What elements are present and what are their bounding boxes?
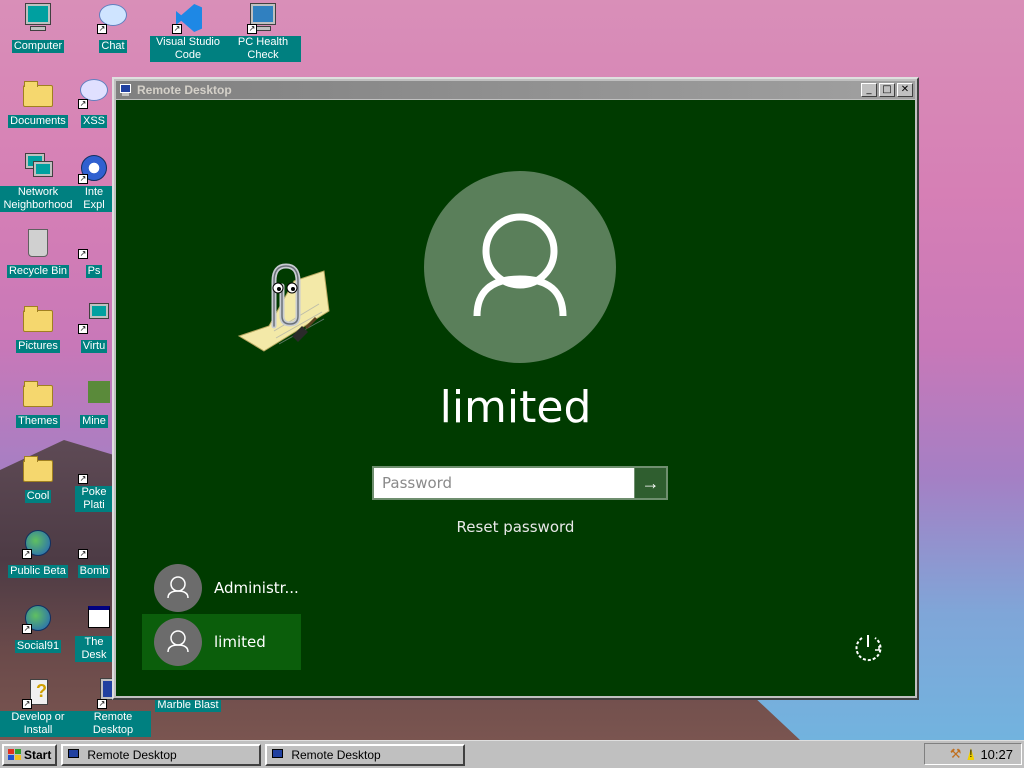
- password-box: →: [372, 466, 668, 500]
- desktop-icon-minecraft[interactable]: Mine: [75, 377, 113, 429]
- pc-health-icon: ↗: [247, 2, 279, 34]
- user-icon: [167, 630, 189, 653]
- folder-icon: [22, 302, 54, 334]
- recycle-bin-icon: [22, 227, 54, 259]
- taskbar-button-remote-desktop-1[interactable]: Remote Desktop: [61, 743, 262, 766]
- ie-icon: ↗: [78, 152, 110, 184]
- current-username: limited: [439, 382, 592, 433]
- network-icon: [22, 152, 54, 184]
- desktop-icon-develop-or-install[interactable]: ? ↗ Develop or Install: [0, 677, 76, 738]
- user-avatar-large: [424, 171, 616, 363]
- power-icon[interactable]: [851, 630, 885, 664]
- reset-password-link[interactable]: Reset password: [116, 518, 915, 536]
- system-tray: ⚒ ! 10:27: [924, 743, 1022, 765]
- desktop-icon-network[interactable]: Network Neighborhood: [0, 152, 76, 213]
- desktop-icon-pictures[interactable]: Pictures: [0, 302, 76, 354]
- desktop-icon-xss[interactable]: ↗ XSS: [75, 77, 113, 129]
- desktop-icon-internet-explorer[interactable]: ↗ Inte Expl: [75, 152, 113, 213]
- user-tile-label: limited: [214, 633, 266, 651]
- clock[interactable]: 10:27: [980, 747, 1013, 762]
- remote-desktop-icon: [67, 748, 81, 761]
- clippy-icon: [237, 263, 330, 352]
- folder-icon: [22, 77, 54, 109]
- desktop-icon-virtu[interactable]: ↗ Virtu: [75, 302, 113, 354]
- user-icon: [167, 576, 189, 599]
- login-screen: limited → Reset password Administr... li…: [116, 100, 915, 696]
- public-beta-icon: ↗: [22, 527, 54, 559]
- desktop-icon-bomb[interactable]: ↗ Bomb: [75, 527, 113, 579]
- desktop-icon-ps[interactable]: ↗ Ps: [75, 227, 113, 279]
- user-avatar-small: [154, 618, 202, 666]
- desktop-icon-recycle-bin[interactable]: Recycle Bin: [0, 227, 76, 279]
- desktop-icon-computer[interactable]: Computer: [0, 2, 76, 54]
- globe-icon: ↗: [22, 602, 54, 634]
- minimize-button[interactable]: _: [861, 83, 877, 97]
- user-icon: [473, 213, 567, 317]
- virtual-pc-icon: ↗: [78, 302, 110, 334]
- desktop-icon-documents[interactable]: Documents: [0, 77, 76, 129]
- remote-desktop-icon: [119, 83, 133, 97]
- maximize-button[interactable]: □: [879, 83, 895, 97]
- taskbar-button-label: Remote Desktop: [291, 747, 381, 762]
- desktop-icon-chat[interactable]: ↗ Chat: [75, 2, 151, 54]
- warning-icon[interactable]: !: [967, 748, 975, 760]
- desktop-icon-the-desk[interactable]: The Desk: [75, 602, 113, 663]
- close-button[interactable]: ✕: [897, 83, 913, 97]
- xss-icon: ↗: [78, 77, 110, 109]
- user-tile-label: Administr...: [214, 579, 299, 597]
- ps-icon: ↗: [78, 249, 88, 259]
- window-titlebar[interactable]: Remote Desktop _ □ ✕: [116, 81, 915, 99]
- start-button[interactable]: Start: [2, 743, 58, 766]
- hammer-icon[interactable]: ⚒: [950, 746, 962, 762]
- user-tile-administrator[interactable]: Administr...: [142, 560, 301, 616]
- user-avatar-small: [154, 564, 202, 612]
- remote-desktop-icon: [271, 748, 285, 761]
- user-tile-limited[interactable]: limited: [142, 614, 301, 670]
- minecraft-icon: [78, 377, 110, 409]
- password-input[interactable]: [374, 468, 634, 498]
- bomb-icon: ↗: [78, 549, 88, 559]
- setup-icon: ? ↗: [22, 679, 48, 709]
- taskbar: Start Remote Desktop Remote Desktop ⚒ ! …: [0, 740, 1024, 768]
- folder-icon: [22, 377, 54, 409]
- computer-icon: [22, 2, 54, 34]
- desktop-icon-pokemon-platinum[interactable]: ↗ Poke Plati: [75, 452, 113, 513]
- desktop-icon-cool[interactable]: Cool: [0, 452, 76, 504]
- vscode-icon: ↗: [172, 2, 204, 34]
- desktop-icon-social91[interactable]: ↗ Social91: [0, 602, 76, 654]
- start-label: Start: [24, 747, 52, 762]
- chat-icon: ↗: [97, 2, 129, 34]
- desktop-icon-themes[interactable]: Themes: [0, 377, 76, 429]
- window-title: Remote Desktop: [137, 83, 232, 97]
- windows-logo-icon: [8, 748, 22, 761]
- remote-desktop-window[interactable]: Remote Desktop _ □ ✕ limited → Reset pas…: [112, 77, 919, 700]
- desktop-icon-pc-health-check[interactable]: ↗ PC Health Check: [225, 2, 301, 63]
- window-icon: [78, 602, 110, 634]
- desktop-icon-public-beta[interactable]: ↗ Public Beta: [0, 527, 76, 579]
- taskbar-button-remote-desktop-2[interactable]: Remote Desktop: [265, 743, 466, 766]
- folder-icon: [22, 452, 54, 484]
- pokemon-icon: ↗: [78, 474, 88, 484]
- desktop-icon-vscode[interactable]: ↗ Visual Studio Code: [150, 2, 226, 63]
- taskbar-button-label: Remote Desktop: [87, 747, 177, 762]
- submit-arrow-button[interactable]: →: [634, 468, 666, 498]
